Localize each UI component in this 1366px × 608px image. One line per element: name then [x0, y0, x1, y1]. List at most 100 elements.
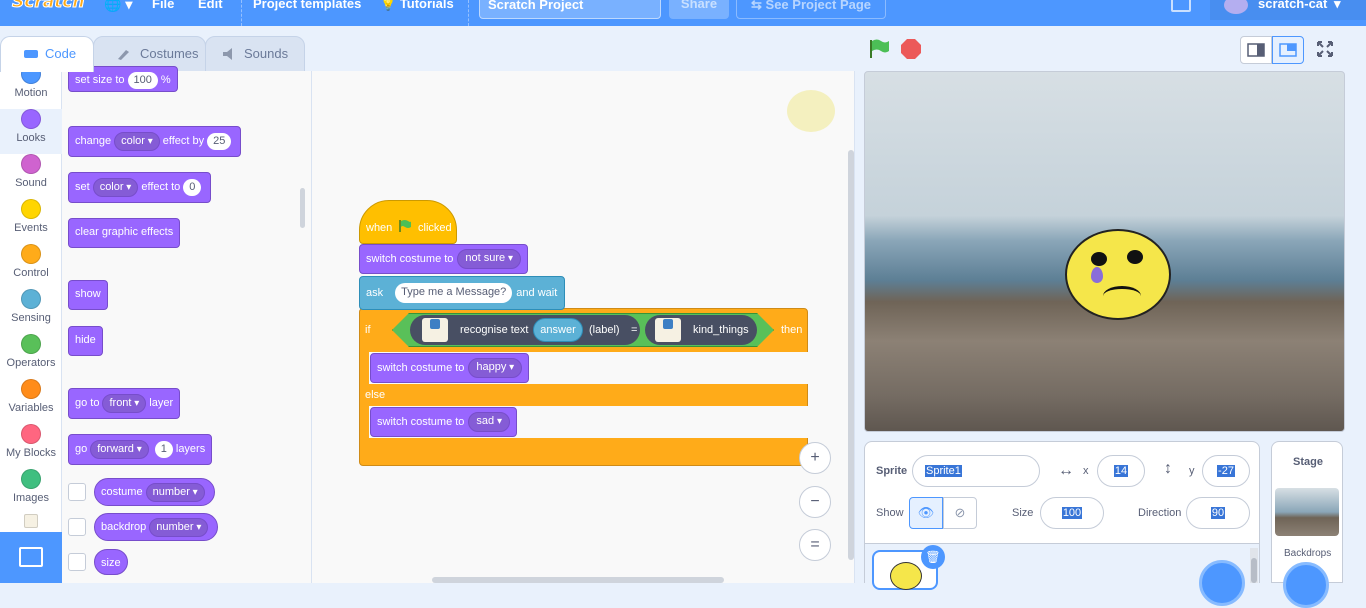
tutorials-menu[interactable]: 💡 Tutorials: [380, 0, 454, 12]
size-checkbox[interactable]: [68, 553, 86, 571]
my-stuff-icon[interactable]: [1171, 0, 1191, 12]
block-go-to-layer[interactable]: go tofrontlayer: [68, 388, 181, 419]
sprite-name-input[interactable]: Sprite1: [912, 455, 1040, 487]
category-variables[interactable]: Variables: [0, 379, 62, 424]
block-text: recognise text: [460, 324, 529, 336]
block-text: and wait: [516, 287, 558, 299]
add-extension-button[interactable]: [0, 532, 62, 583]
show-label: Show: [876, 507, 904, 519]
backdrop-property-dropdown[interactable]: number: [149, 517, 209, 537]
layer-dropdown[interactable]: front: [102, 393, 147, 413]
account-menu[interactable]: scratch-cat ▾: [1210, 0, 1366, 20]
file-menu[interactable]: File: [152, 0, 174, 11]
switch-costume-block[interactable]: switch costume to sad: [370, 407, 517, 437]
zoom-in-button[interactable]: +: [799, 442, 831, 474]
category-images[interactable]: Images: [0, 469, 62, 514]
kind-things-label-block[interactable]: kind_things: [645, 315, 757, 345]
question-input[interactable]: Type me a Message?: [395, 283, 513, 304]
block-backdrop-reporter[interactable]: backdrop number: [94, 513, 219, 541]
backdrop-thumbnail[interactable]: [1275, 488, 1339, 536]
sprite-mouth: [1103, 286, 1141, 306]
sound-dot-icon: [21, 154, 41, 174]
fullscreen-button[interactable]: [1310, 36, 1342, 64]
x-position-input[interactable]: 14: [1097, 455, 1145, 487]
avatar: [1224, 0, 1248, 14]
variables-dot-icon: [21, 379, 41, 399]
workspace-horizontal-scrollbar[interactable]: [432, 577, 724, 583]
when-flag-clicked-block[interactable]: when clicked: [359, 200, 457, 244]
category-control[interactable]: Control: [0, 244, 62, 289]
ask-and-wait-block[interactable]: ask Type me a Message? and wait: [359, 276, 565, 310]
category-events[interactable]: Events: [0, 199, 62, 244]
category-my-blocks[interactable]: My Blocks: [0, 424, 62, 469]
category-label: My Blocks: [5, 447, 57, 459]
switch-costume-block[interactable]: switch costume to not sure: [359, 244, 528, 274]
language-menu[interactable]: 🌐 ▾: [104, 0, 134, 16]
block-hide[interactable]: hide: [68, 326, 103, 356]
fullscreen-icon: [1317, 41, 1333, 57]
recognise-text-block[interactable]: recognise text (label): [410, 315, 640, 345]
switch-costume-block[interactable]: switch costume to happy: [370, 353, 530, 383]
backdrop-checkbox[interactable]: [68, 518, 86, 536]
size-input[interactable]: 100: [127, 71, 158, 89]
choose-sprite-button[interactable]: [1199, 560, 1245, 606]
category-operators[interactable]: Operators: [0, 334, 62, 379]
zoom-out-button[interactable]: −: [799, 486, 831, 518]
category-sensing[interactable]: Sensing: [0, 289, 62, 334]
hide-sprite-button[interactable]: ⊘: [943, 497, 977, 529]
block-text: change: [75, 135, 112, 147]
zoom-reset-button[interactable]: =: [799, 529, 831, 561]
green-flag-button[interactable]: [868, 39, 890, 59]
costume-dropdown[interactable]: happy: [468, 358, 523, 379]
effect-dropdown[interactable]: color: [92, 177, 139, 197]
share-button[interactable]: Share: [669, 0, 729, 19]
choose-backdrop-button[interactable]: [1283, 562, 1329, 608]
small-stage-button[interactable]: [1240, 36, 1272, 64]
block-clear-effects[interactable]: clear graphic effects: [68, 218, 181, 248]
layers-input[interactable]: 1: [154, 440, 173, 458]
control-dot-icon: [21, 244, 41, 264]
sprite-list-scrollbar[interactable]: [1250, 548, 1258, 583]
costume-property-dropdown[interactable]: number: [145, 482, 205, 502]
direction-dropdown[interactable]: forward: [90, 439, 149, 459]
palette-scrollbar[interactable]: [300, 188, 305, 228]
scratch-logo[interactable]: Scratch: [11, 0, 84, 13]
stop-button[interactable]: [901, 39, 921, 59]
y-position-input[interactable]: -27: [1202, 455, 1250, 487]
answer-reporter[interactable]: answer: [533, 318, 583, 342]
block-costume-reporter[interactable]: costume number: [94, 478, 215, 506]
block-text: switch costume to: [366, 253, 454, 265]
category-label: Control: [13, 267, 49, 279]
block-text: switch costume to: [377, 362, 465, 374]
category-looks[interactable]: Looks: [0, 109, 62, 154]
project-title-input[interactable]: Scratch Project: [479, 0, 661, 19]
category-label: Events: [14, 222, 48, 234]
block-set-effect[interactable]: setcoloreffect to0: [68, 172, 212, 203]
effect-dropdown[interactable]: color: [114, 131, 160, 151]
sad-face-sprite[interactable]: [1065, 229, 1171, 320]
category-sound[interactable]: Sound: [0, 154, 62, 199]
category-ml[interactable]: [0, 514, 62, 532]
costume-checkbox[interactable]: [68, 483, 86, 501]
edit-menu[interactable]: Edit: [198, 0, 223, 11]
workspace-vertical-scrollbar[interactable]: [848, 150, 854, 560]
direction-input[interactable]: 90: [1186, 497, 1250, 529]
tab-sounds[interactable]: Sounds: [205, 36, 305, 72]
costume-dropdown[interactable]: not sure: [457, 249, 521, 270]
show-sprite-button[interactable]: 👁: [909, 497, 943, 529]
scrollbar-thumb[interactable]: [1251, 558, 1257, 583]
block-change-effect[interactable]: changecoloreffect by25: [68, 126, 242, 157]
costume-dropdown[interactable]: sad: [468, 412, 510, 433]
see-project-page-button[interactable]: ⇆ See Project Page: [736, 0, 886, 19]
block-show[interactable]: show: [68, 280, 108, 310]
project-templates-menu[interactable]: Project templates: [253, 0, 361, 11]
size-input[interactable]: 100: [1040, 497, 1104, 529]
normal-stage-button[interactable]: [1272, 36, 1304, 64]
delete-sprite-button[interactable]: 🗑: [921, 545, 945, 569]
block-go-layers[interactable]: goforward 1layers: [68, 434, 213, 465]
effect-value-input[interactable]: 0: [183, 178, 202, 196]
effect-amount-input[interactable]: 25: [207, 132, 232, 150]
else-label: else: [365, 389, 386, 401]
block-size-reporter[interactable]: size: [94, 549, 128, 575]
tab-code[interactable]: Code: [0, 36, 94, 72]
